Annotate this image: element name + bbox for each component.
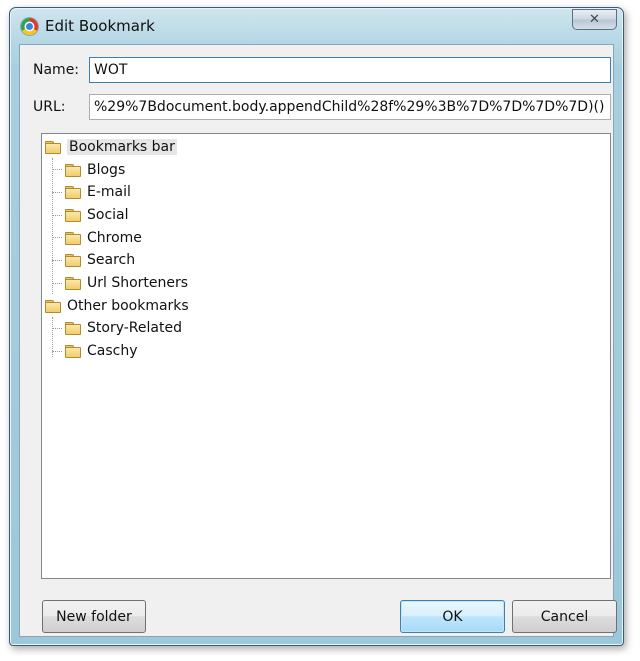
tree-item-label: Search — [87, 252, 136, 268]
tree-item-label: Caschy — [87, 343, 138, 359]
tree-item-social[interactable]: Social — [65, 205, 129, 225]
tree-item-bookmarks-bar[interactable]: Bookmarks bar — [45, 137, 177, 157]
folder-icon — [65, 164, 81, 177]
ok-button[interactable]: OK — [400, 600, 505, 633]
folder-icon — [65, 322, 81, 335]
folder-icon — [65, 232, 81, 245]
tree-item-label: Bookmarks bar — [67, 139, 177, 155]
url-label: URL: — [33, 99, 66, 115]
tree-connector — [52, 169, 62, 170]
tree-connector — [52, 283, 62, 284]
name-input[interactable]: WOT — [89, 57, 611, 83]
tree-item-blogs[interactable]: Blogs — [65, 160, 125, 180]
tree-item-label: Url Shorteners — [87, 275, 189, 291]
cancel-button[interactable]: Cancel — [512, 600, 617, 633]
tree-item-label: Social — [87, 207, 129, 223]
folder-icon — [65, 209, 81, 222]
dialog-title: Edit Bookmark — [45, 17, 155, 35]
tree-item-label: Story-Related — [87, 320, 182, 336]
tree-connector — [52, 215, 62, 216]
folder-tree[interactable]: Bookmarks bar Blogs E-mail Social Chrome… — [41, 133, 611, 579]
close-icon: ✕ — [589, 12, 600, 27]
tree-item-email[interactable]: E-mail — [65, 182, 131, 202]
dialog-body: Name: WOT URL: %29%7Bdocument.body.appen… — [19, 44, 617, 637]
folder-icon — [65, 254, 81, 267]
title-bar[interactable]: Edit Bookmark ✕ — [10, 8, 623, 44]
folder-open-icon — [45, 141, 61, 154]
new-folder-button[interactable]: New folder — [42, 600, 146, 633]
tree-connector — [52, 237, 62, 238]
tree-connector — [52, 158, 53, 294]
tree-item-chrome[interactable]: Chrome — [65, 228, 142, 248]
tree-connector — [52, 260, 62, 261]
folder-icon — [65, 345, 81, 358]
tree-item-url-shorteners[interactable]: Url Shorteners — [65, 273, 188, 293]
tree-item-caschy[interactable]: Caschy — [65, 341, 138, 361]
chrome-icon — [21, 18, 38, 35]
url-input[interactable]: %29%7Bdocument.body.appendChild%28f%29%3… — [89, 94, 611, 120]
tree-item-label: Blogs — [87, 162, 126, 178]
tree-item-label: E-mail — [87, 184, 131, 200]
tree-item-label: Chrome — [87, 230, 142, 246]
folder-icon — [65, 186, 81, 199]
tree-item-label: Other bookmarks — [67, 298, 189, 314]
tree-item-other-bookmarks[interactable]: Other bookmarks — [45, 296, 189, 316]
tree-connector — [52, 192, 62, 193]
tree-connector — [52, 328, 62, 329]
url-value: %29%7Bdocument.body.appendChild%28f%29%3… — [94, 99, 605, 115]
name-label: Name: — [33, 62, 80, 78]
tree-item-story-related[interactable]: Story-Related — [65, 318, 182, 338]
tree-item-search[interactable]: Search — [65, 250, 135, 270]
folder-icon — [45, 300, 61, 313]
tree-connector — [52, 351, 62, 352]
close-button[interactable]: ✕ — [572, 9, 617, 30]
edit-bookmark-dialog: Edit Bookmark ✕ Name: WOT URL: %29%7Bdoc… — [9, 7, 624, 646]
folder-icon — [65, 277, 81, 290]
